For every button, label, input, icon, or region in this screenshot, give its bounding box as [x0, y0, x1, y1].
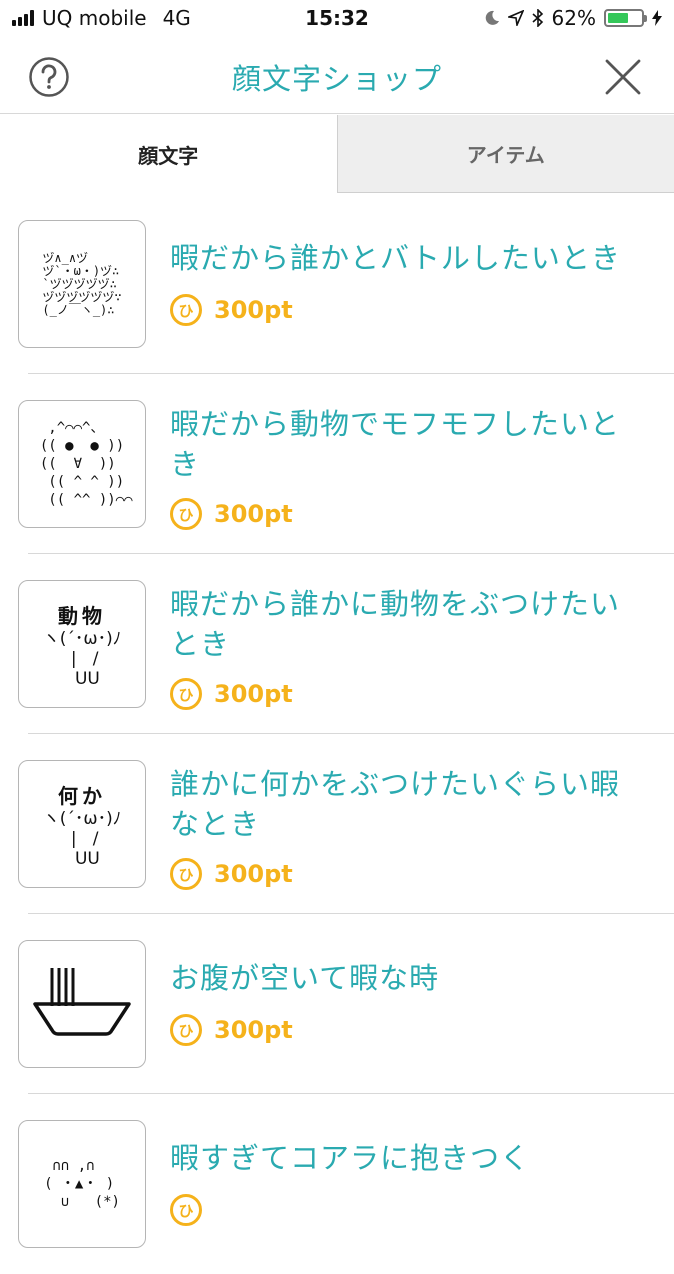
item-price: ひ 300pt — [170, 1014, 293, 1046]
tab-items[interactable]: アイテム — [337, 115, 674, 193]
status-bar: UQ mobile 4G 15:32 62% — [0, 0, 674, 38]
coin-icon: ひ — [170, 498, 202, 530]
battery-percent: 62% — [552, 6, 596, 30]
kaomoji-art: ∩∩ ,∩ ( ・▲・ ) ∪ (*) — [44, 1157, 120, 1211]
item-title: 暇すぎてコアラに抱きつく — [170, 1138, 640, 1178]
charging-icon — [652, 10, 662, 26]
location-icon — [508, 10, 524, 26]
coin-icon: ひ — [170, 858, 202, 890]
status-right: 62% — [484, 6, 662, 30]
battery-icon — [604, 9, 644, 27]
ramen-bowl-icon — [32, 964, 132, 1044]
item-thumbnail: ∩∩ ,∩ ( ・▲・ ) ∪ (*) — [18, 1120, 146, 1248]
coin-icon: ひ — [170, 294, 202, 326]
nav-bar: 顔文字ショップ — [0, 38, 674, 114]
kaomoji-art: ,^⌒⌒^、 (( ● ● )) (( ∀ )) (( ^ ^ )) (( ^^… — [31, 419, 132, 509]
item-thumbnail — [18, 940, 146, 1068]
page-title: 顔文字ショップ — [0, 56, 674, 98]
item-title: お腹が空いて暇な時 — [170, 958, 640, 998]
item-price: ひ — [170, 1194, 214, 1226]
coin-icon: ひ — [170, 1014, 202, 1046]
item-title: 暇だから動物でモフモフしたいとき — [170, 404, 640, 484]
item-thumbnail: ヅ∧_∧ヅ ヅ`・ω・)ヅ∴ `ヅヅヅヅヅ∴ ヅヅヅヅヅヅ∵ (_ノ￣ヽ_)∴ — [18, 220, 146, 348]
moon-icon — [484, 10, 500, 26]
price-label: 300pt — [214, 296, 293, 324]
list-item[interactable]: 動物 ヽ(´･ω･)ﾉ | / UU 暇だから誰かに動物をぶつけたいとき ひ 3… — [0, 554, 674, 734]
close-button[interactable] — [604, 58, 642, 96]
item-thumbnail: ,^⌒⌒^、 (( ● ● )) (( ∀ )) (( ^ ^ )) (( ^^… — [18, 400, 146, 528]
list-item[interactable]: ヅ∧_∧ヅ ヅ`・ω・)ヅ∴ `ヅヅヅヅヅ∴ ヅヅヅヅヅヅ∵ (_ノ￣ヽ_)∴ … — [0, 194, 674, 374]
kaomoji-art: ヅ∧_∧ヅ ヅ`・ω・)ヅ∴ `ヅヅヅヅヅ∴ ヅヅヅヅヅヅ∵ (_ノ￣ヽ_)∴ — [42, 252, 121, 317]
item-thumbnail: 動物 ヽ(´･ω･)ﾉ | / UU — [18, 580, 146, 708]
item-price: ひ 300pt — [170, 294, 293, 326]
list-item[interactable]: ,^⌒⌒^、 (( ● ● )) (( ∀ )) (( ^ ^ )) (( ^^… — [0, 374, 674, 554]
coin-icon: ひ — [170, 678, 202, 710]
item-price: ひ 300pt — [170, 678, 293, 710]
kaomoji-art: ヽ(´･ω･)ﾉ | / UU — [43, 809, 122, 869]
tab-bar: 顔文字 アイテム — [0, 115, 674, 193]
bluetooth-icon — [532, 9, 544, 27]
price-label: 300pt — [214, 1016, 293, 1044]
tab-kaomoji[interactable]: 顔文字 — [0, 115, 337, 193]
item-price: ひ 300pt — [170, 858, 293, 890]
price-label: 300pt — [214, 680, 293, 708]
price-label: 300pt — [214, 860, 293, 888]
list-item[interactable]: ∩∩ ,∩ ( ・▲・ ) ∪ (*) 暇すぎてコアラに抱きつく ひ — [0, 1094, 674, 1274]
item-title: 暇だから誰かとバトルしたいとき — [170, 238, 640, 278]
close-icon — [604, 58, 642, 96]
kaomoji-label: 動物 — [58, 600, 106, 629]
item-title: 暇だから誰かに動物をぶつけたいとき — [170, 584, 640, 664]
list-item[interactable]: お腹が空いて暇な時 ひ 300pt — [0, 914, 674, 1094]
price-label: 300pt — [214, 500, 293, 528]
item-title: 誰かに何かをぶつけたいぐらい暇なとき — [170, 764, 640, 844]
kaomoji-label: 何か — [58, 780, 106, 809]
list-item[interactable]: 何か ヽ(´･ω･)ﾉ | / UU 誰かに何かをぶつけたいぐらい暇なとき ひ … — [0, 734, 674, 914]
kaomoji-art: ヽ(´･ω･)ﾉ | / UU — [43, 629, 122, 689]
product-list: ヅ∧_∧ヅ ヅ`・ω・)ヅ∴ `ヅヅヅヅヅ∴ ヅヅヅヅヅヅ∵ (_ノ￣ヽ_)∴ … — [0, 194, 674, 1274]
coin-icon: ひ — [170, 1194, 202, 1226]
item-price: ひ 300pt — [170, 498, 293, 530]
item-thumbnail: 何か ヽ(´･ω･)ﾉ | / UU — [18, 760, 146, 888]
